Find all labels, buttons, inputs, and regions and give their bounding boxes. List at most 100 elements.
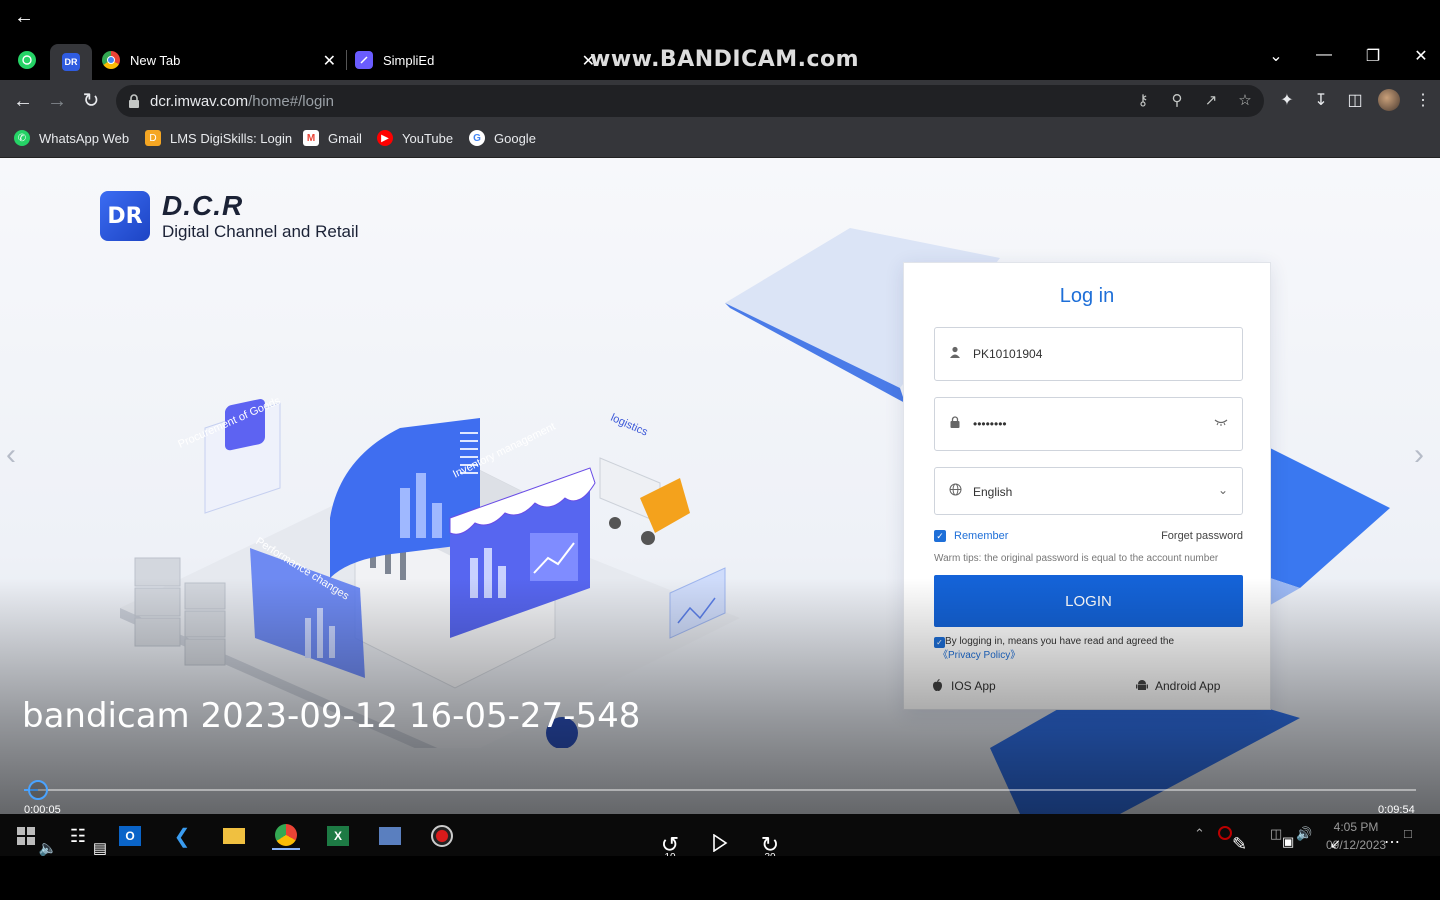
ios-app-label: IOS App: [951, 679, 996, 693]
chrome-icon: [102, 51, 120, 69]
play-icon[interactable]: [705, 832, 735, 858]
video-progress-knob[interactable]: [28, 780, 48, 800]
remote-desktop-icon[interactable]: [376, 822, 404, 850]
tray-chevron-icon[interactable]: ⌃: [1194, 826, 1205, 842]
bookmark-google[interactable]: G Google: [469, 130, 536, 146]
zoom-icon[interactable]: ⚲: [1168, 92, 1186, 110]
bookmark-label: YouTube: [402, 130, 454, 146]
agreement-text: ✓ By logging in, means you have read and …: [934, 635, 1243, 663]
bandicam-watermark: www.BANDICAM.com: [590, 47, 860, 72]
android-app-link[interactable]: Android App: [1136, 679, 1220, 693]
language-value: English: [973, 485, 1013, 499]
lock-icon: [949, 416, 963, 430]
illustration-label: logistics: [609, 412, 650, 439]
restore-icon[interactable]: ❐: [1358, 46, 1388, 66]
remember-checkbox[interactable]: ✓: [934, 530, 946, 542]
excel-icon[interactable]: X: [324, 822, 352, 850]
back-icon[interactable]: ←: [12, 90, 34, 112]
agree-checkbox[interactable]: ✓: [934, 637, 945, 648]
network-icon[interactable]: ◫: [1270, 826, 1282, 842]
notifications-icon[interactable]: □: [1404, 826, 1412, 841]
whatsapp-icon: ✆: [14, 130, 30, 146]
brand-title: D.C.R: [162, 190, 244, 221]
tab-label: SimpliEd: [383, 52, 435, 68]
brand-logo: DR D.C.R Digital Channel and Retail: [100, 190, 359, 242]
tab-whatsapp[interactable]: [18, 44, 46, 76]
forward-icon[interactable]: →: [46, 90, 68, 112]
profile-avatar[interactable]: [1378, 89, 1400, 111]
bottom-letterbox: [0, 856, 1440, 900]
minimize-icon[interactable]: —: [1309, 46, 1339, 64]
vscode-icon[interactable]: ❮: [168, 822, 196, 850]
digiskills-icon: D: [145, 130, 161, 146]
tab-search-chevron-icon[interactable]: ⌄: [1261, 46, 1291, 66]
dcr-icon: DR: [62, 53, 80, 71]
language-select[interactable]: English ⌄: [934, 467, 1243, 515]
carousel-next-icon[interactable]: ›: [1414, 438, 1424, 472]
chevron-down-icon: ⌄: [1217, 483, 1228, 497]
login-button[interactable]: LOGIN: [934, 575, 1243, 627]
apple-icon: [932, 679, 944, 693]
screen: ← DR New Tab ✕ SimpliEd ✕ www.BANDICAM.c…: [0, 0, 1440, 900]
forget-password-link[interactable]: Forget password: [1161, 530, 1243, 542]
extensions-icon[interactable]: ✦: [1277, 91, 1297, 111]
player-top-bar: ←: [0, 0, 1440, 40]
bookmark-digiskills[interactable]: D LMS DigiSkills: Login: [145, 130, 292, 146]
key-icon[interactable]: ⚷: [1134, 92, 1152, 110]
tab-dcr[interactable]: DR: [50, 44, 92, 80]
reload-icon[interactable]: ↻: [80, 90, 102, 112]
remember-label[interactable]: Remember: [954, 530, 1008, 542]
eye-closed-icon[interactable]: [1214, 416, 1228, 430]
password-value: ••••••••: [973, 417, 1007, 431]
account-field[interactable]: PK10101904: [934, 327, 1243, 381]
close-window-icon[interactable]: ✕: [1406, 46, 1436, 66]
bookmarks-bar: ✆ WhatsApp Web D LMS DigiSkills: Login M…: [0, 122, 1440, 158]
cast-icon[interactable]: ▣: [1282, 834, 1294, 850]
pen-icon[interactable]: ✎: [1232, 834, 1247, 855]
bookmark-whatsapp[interactable]: ✆ WhatsApp Web: [14, 130, 129, 146]
bookmark-youtube[interactable]: ▶ YouTube: [377, 130, 453, 146]
menu-kebab-icon[interactable]: ⋮: [1413, 91, 1433, 111]
carousel-prev-icon[interactable]: ‹: [6, 438, 16, 472]
back-arrow-icon[interactable]: ←: [14, 6, 36, 28]
file-explorer-icon[interactable]: [220, 822, 248, 850]
bookmark-star-icon[interactable]: ☆: [1236, 92, 1254, 110]
bookmark-label: Google: [494, 130, 536, 146]
whatsapp-icon: [18, 51, 36, 69]
user-icon: [949, 346, 963, 360]
chrome-taskbar-icon[interactable]: [272, 822, 300, 850]
bookmark-gmail[interactable]: M Gmail: [303, 130, 362, 146]
side-panel-icon[interactable]: ◫: [1345, 91, 1365, 111]
bookmark-label: LMS DigiSkills: Login: [170, 130, 293, 146]
close-icon[interactable]: ✕: [323, 51, 336, 71]
login-title: Log in: [1059, 285, 1115, 307]
tab-new-tab[interactable]: New Tab ✕: [102, 44, 342, 76]
url-text: dcr.imwav.com/home#/login: [150, 93, 334, 110]
tab-simplied[interactable]: SimpliEd ✕: [355, 44, 595, 76]
bandicam-record-icon[interactable]: [428, 822, 456, 850]
warm-tips: Warm tips: the original password is equa…: [934, 553, 1219, 564]
outlook-icon[interactable]: O: [116, 822, 144, 850]
more-options-icon[interactable]: ⋯: [1384, 832, 1400, 852]
record-tray-icon[interactable]: [1218, 826, 1232, 843]
taskbar: 🔈 ☷ ▤ O ❮ X ↺10 ↻30 ⌃ ✎ ◫ ▣ 🔊 4:05 PM 09…: [0, 814, 1440, 863]
ios-app-link[interactable]: IOS App: [932, 679, 996, 693]
clock-time: 4:05 PM: [1333, 820, 1379, 834]
speaker-tray-icon[interactable]: 🔊: [1296, 826, 1312, 842]
share-icon[interactable]: ↗: [1202, 92, 1220, 110]
retail-illustration: Procurement of Goods Inventory managemen…: [120, 395, 740, 748]
android-icon: [1136, 679, 1148, 693]
video-progress-bar[interactable]: [24, 789, 1416, 791]
brand-subtitle: Digital Channel and Retail: [162, 222, 359, 241]
download-icon[interactable]: ↧: [1311, 91, 1331, 111]
globe-icon: [949, 483, 963, 497]
video-title: bandicam 2023-09-12 16-05-27-548: [22, 696, 641, 736]
fullscreen-exit-icon[interactable]: ↙: [1330, 836, 1341, 852]
password-field[interactable]: ••••••••: [934, 397, 1243, 451]
google-icon: G: [469, 130, 485, 146]
bookmark-label: WhatsApp Web: [39, 130, 130, 146]
lock-icon: [129, 94, 139, 108]
address-bar[interactable]: dcr.imwav.com/home#/login ⚷ ⚲ ↗ ☆: [116, 85, 1264, 117]
privacy-policy-link[interactable]: 《Privacy Policy》: [938, 650, 1020, 661]
remember-row: ✓ Remember Forget password: [934, 529, 1243, 545]
